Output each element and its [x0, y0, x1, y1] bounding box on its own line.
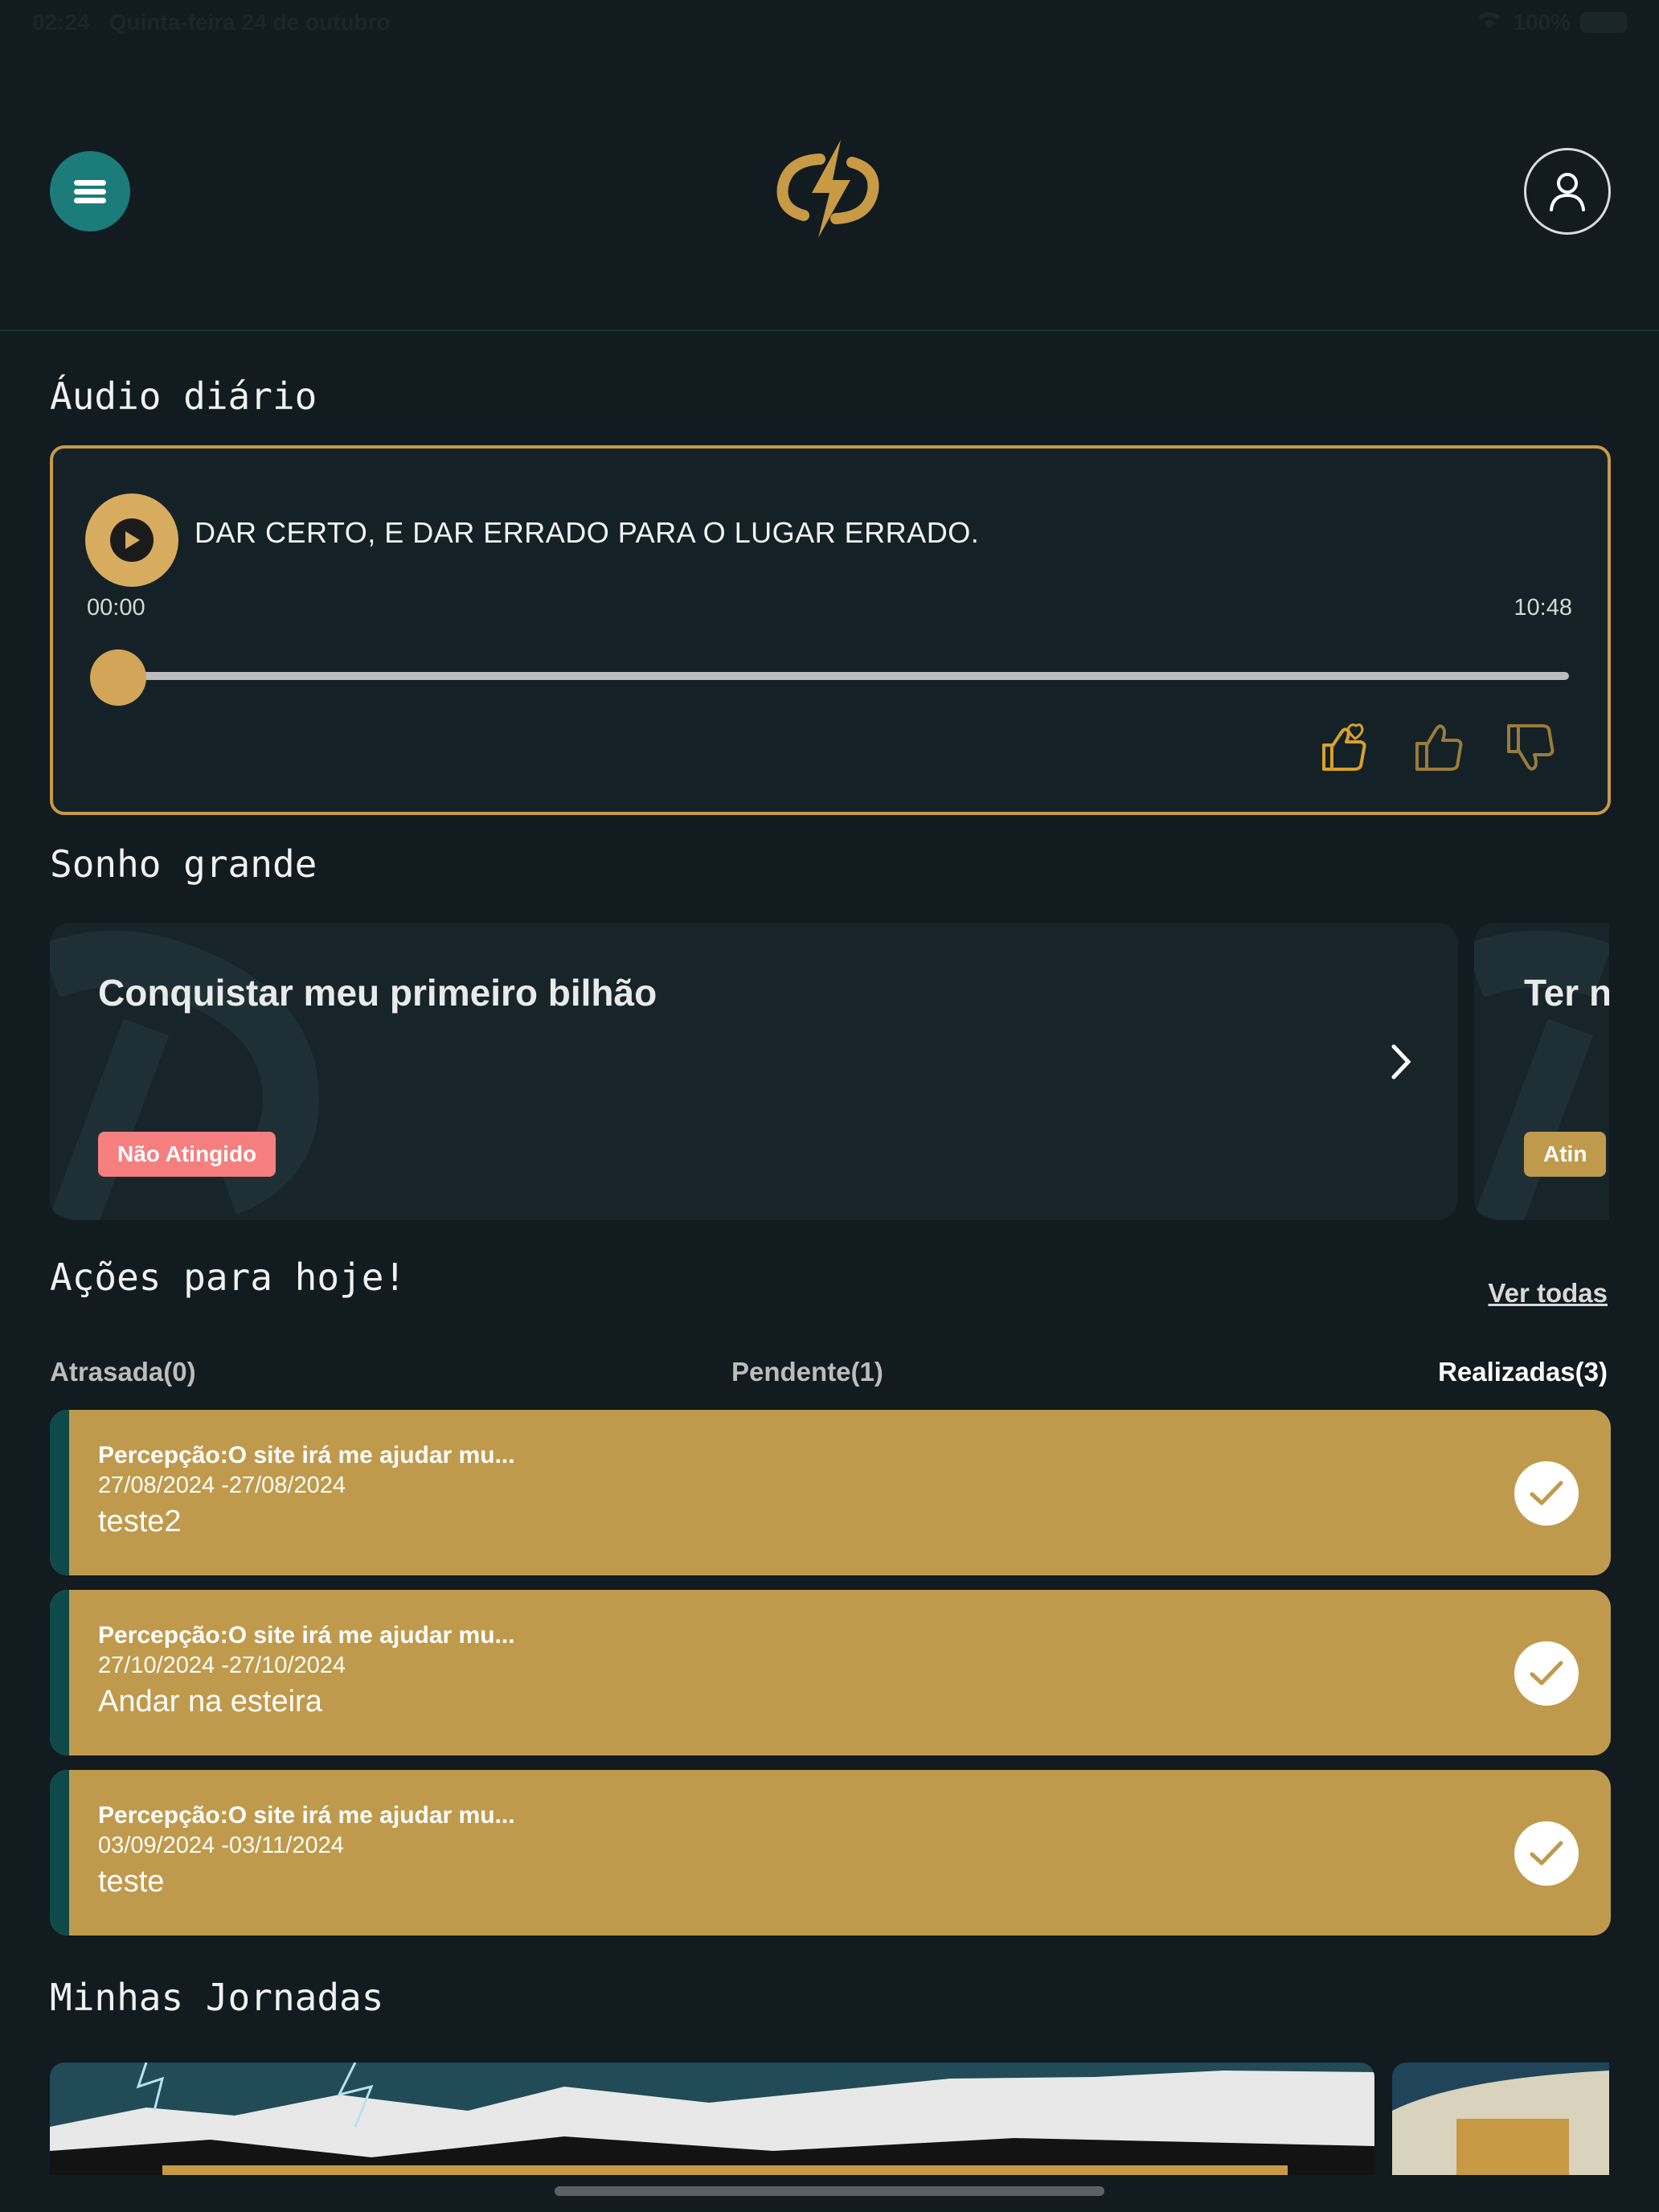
dream-card[interactable]: Conquistar meu primeiro bilhão Não Ating…: [50, 923, 1458, 1220]
bolt-logo-icon: [772, 138, 884, 240]
check-button[interactable]: [1514, 1821, 1579, 1886]
journeys-section-title: Minhas Jornadas: [50, 1976, 384, 2019]
home-indicator: [555, 2186, 1104, 2196]
tab-overdue[interactable]: Atrasada(0): [50, 1357, 196, 1387]
action-name: Andar na esteira: [98, 1685, 322, 1718]
check-icon: [1530, 1841, 1563, 1866]
action-card[interactable]: Percepção:O site irá me ajudar mu... 03/…: [50, 1770, 1611, 1936]
action-card[interactable]: Percepção:O site irá me ajudar mu... 27/…: [50, 1590, 1611, 1755]
status-time: 02:24: [32, 10, 90, 35]
app-header: [0, 45, 1659, 331]
action-goal: Percepção:O site irá me ajudar mu...: [98, 1802, 515, 1829]
check-button[interactable]: [1514, 1461, 1579, 1526]
user-icon: [1550, 173, 1585, 211]
status-date: Quinta-feira 24 de outubro: [109, 10, 391, 35]
status-badge: Atin: [1524, 1132, 1607, 1177]
dream-title: Conquistar meu primeiro bilhão: [98, 972, 657, 1014]
action-name: teste: [98, 1865, 165, 1899]
dream-title: Ter n: [1524, 972, 1609, 1014]
journey-cover-image: [50, 2062, 1374, 2175]
action-dates: 03/09/2024 -03/11/2024: [98, 1833, 344, 1858]
play-button[interactable]: [85, 494, 178, 587]
audio-section-title: Áudio diário: [50, 375, 317, 418]
check-icon: [1530, 1481, 1563, 1505]
audio-progress-thumb[interactable]: [90, 649, 146, 706]
tab-done[interactable]: Realizadas(3): [1438, 1357, 1608, 1387]
thumbs-up-icon[interactable]: [1410, 719, 1468, 776]
battery-icon: [1580, 12, 1627, 33]
journey-card[interactable]: [1392, 2062, 1609, 2175]
dream-section-title: Sonho grande: [50, 842, 317, 886]
check-button[interactable]: [1514, 1641, 1579, 1706]
audio-title: DAR CERTO, E DAR ERRADO PARA O LUGAR ERR…: [195, 516, 980, 549]
card-stripe: [50, 1590, 69, 1755]
status-bar: 02:24 Quinta-feira 24 de outubro 100%: [0, 0, 1659, 45]
love-hand-icon[interactable]: [1315, 719, 1373, 776]
menu-button[interactable]: [50, 151, 130, 231]
journey-card[interactable]: [50, 2062, 1374, 2175]
action-name: teste2: [98, 1505, 182, 1538]
play-icon: [110, 518, 154, 562]
card-stripe: [50, 1410, 69, 1575]
see-all-link[interactable]: Ver todas: [1488, 1278, 1608, 1309]
wifi-icon: [1476, 10, 1503, 36]
chevron-right-icon[interactable]: [1389, 1043, 1413, 1084]
profile-button[interactable]: [1524, 148, 1611, 235]
audio-current-time: 00:00: [87, 595, 145, 621]
check-icon: [1530, 1661, 1563, 1686]
status-badge: Não Atingido: [98, 1132, 276, 1177]
hamburger-icon: [74, 177, 106, 207]
tab-pending[interactable]: Pendente(1): [731, 1357, 883, 1387]
action-dates: 27/10/2024 -27/10/2024: [98, 1653, 346, 1678]
action-card[interactable]: Percepção:O site irá me ajudar mu... 27/…: [50, 1410, 1611, 1575]
dream-card[interactable]: Ter n Atin: [1474, 923, 1609, 1220]
actions-section-title: Ações para hoje!: [50, 1256, 407, 1299]
card-stripe: [50, 1770, 69, 1936]
audio-duration: 10:48: [1514, 595, 1572, 621]
action-goal: Percepção:O site irá me ajudar mu...: [98, 1622, 515, 1649]
action-goal: Percepção:O site irá me ajudar mu...: [98, 1442, 515, 1469]
action-dates: 27/08/2024 -27/08/2024: [98, 1473, 346, 1498]
journey-cover-image: [1392, 2062, 1609, 2175]
audio-progress-track[interactable]: [122, 672, 1569, 680]
daily-audio-card: DAR CERTO, E DAR ERRADO PARA O LUGAR ERR…: [50, 445, 1611, 815]
battery-percent: 100%: [1513, 10, 1571, 35]
thumbs-down-icon[interactable]: [1501, 719, 1559, 776]
